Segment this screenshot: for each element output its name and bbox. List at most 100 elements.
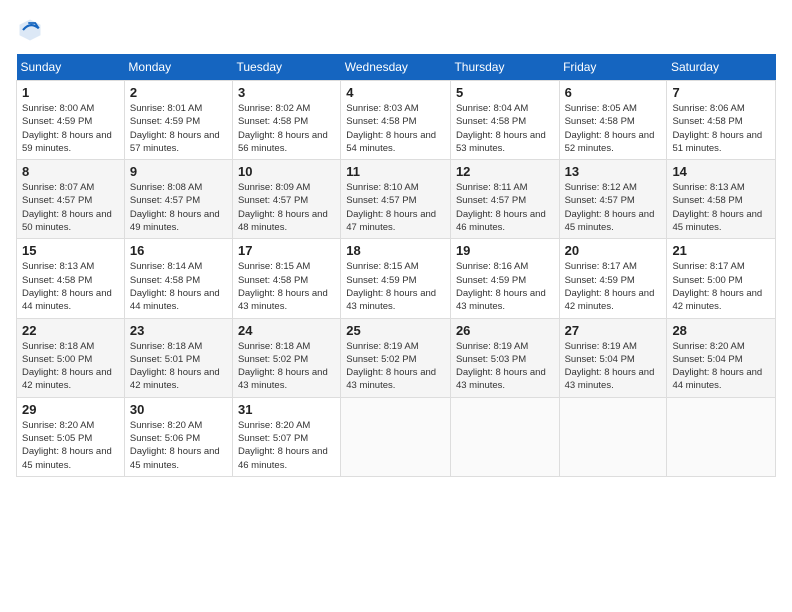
day-info: Sunrise: 8:05 AMSunset: 4:58 PMDaylight:…: [565, 102, 662, 155]
calendar-week-row: 29 Sunrise: 8:20 AMSunset: 5:05 PMDayligh…: [17, 397, 776, 476]
calendar-cell: 30 Sunrise: 8:20 AMSunset: 5:06 PMDayligh…: [124, 397, 232, 476]
day-number: 4: [346, 85, 445, 100]
day-number: 9: [130, 164, 227, 179]
calendar-cell: 8Sunrise: 8:07 AMSunset: 4:57 PMDaylight…: [17, 160, 125, 239]
day-number: 2: [130, 85, 227, 100]
day-number: 12: [456, 164, 554, 179]
day-info: Sunrise: 8:01 AMSunset: 4:59 PMDaylight:…: [130, 102, 227, 155]
day-number: 1: [22, 85, 119, 100]
day-number: 11: [346, 164, 445, 179]
day-number: 23: [130, 323, 227, 338]
calendar-cell: 2 Sunrise: 8:01 AMSunset: 4:59 PMDaylight…: [124, 81, 232, 160]
calendar-cell: 29 Sunrise: 8:20 AMSunset: 5:05 PMDayligh…: [17, 397, 125, 476]
calendar-cell: [341, 397, 451, 476]
logo: [16, 16, 46, 44]
day-number: 16: [130, 243, 227, 258]
day-info: Sunrise: 8:15 AMSunset: 4:58 PMDaylight:…: [238, 260, 335, 313]
calendar-week-row: 8Sunrise: 8:07 AMSunset: 4:57 PMDaylight…: [17, 160, 776, 239]
calendar-cell: 7 Sunrise: 8:06 AMSunset: 4:58 PMDaylight…: [667, 81, 776, 160]
day-info: Sunrise: 8:17 AMSunset: 5:00 PMDaylight:…: [672, 260, 770, 313]
day-number: 31: [238, 402, 335, 417]
day-info: Sunrise: 8:18 AMSunset: 5:02 PMDaylight:…: [238, 340, 335, 393]
day-info: Sunrise: 8:00 AMSunset: 4:59 PMDaylight:…: [22, 102, 119, 155]
day-number: 29: [22, 402, 119, 417]
calendar-cell: 28 Sunrise: 8:20 AMSunset: 5:04 PMDayligh…: [667, 318, 776, 397]
day-info: Sunrise: 8:13 AMSunset: 4:58 PMDaylight:…: [22, 260, 119, 313]
calendar-cell: 23 Sunrise: 8:18 AMSunset: 5:01 PMDayligh…: [124, 318, 232, 397]
day-info: Sunrise: 8:20 AMSunset: 5:06 PMDaylight:…: [130, 419, 227, 472]
calendar-cell: [559, 397, 667, 476]
day-number: 7: [672, 85, 770, 100]
day-number: 30: [130, 402, 227, 417]
calendar-cell: [667, 397, 776, 476]
day-header-saturday: Saturday: [667, 54, 776, 81]
calendar-cell: 10 Sunrise: 8:09 AMSunset: 4:57 PMDayligh…: [232, 160, 340, 239]
day-info: Sunrise: 8:19 AMSunset: 5:03 PMDaylight:…: [456, 340, 554, 393]
calendar-cell: 18 Sunrise: 8:15 AMSunset: 4:59 PMDayligh…: [341, 239, 451, 318]
calendar-week-row: 15 Sunrise: 8:13 AMSunset: 4:58 PMDayligh…: [17, 239, 776, 318]
day-number: 3: [238, 85, 335, 100]
calendar-table: SundayMondayTuesdayWednesdayThursdayFrid…: [16, 54, 776, 477]
calendar-cell: 26 Sunrise: 8:19 AMSunset: 5:03 PMDayligh…: [450, 318, 559, 397]
logo-icon: [16, 16, 44, 44]
calendar-cell: 20 Sunrise: 8:17 AMSunset: 4:59 PMDayligh…: [559, 239, 667, 318]
day-info: Sunrise: 8:09 AMSunset: 4:57 PMDaylight:…: [238, 181, 335, 234]
day-info: Sunrise: 8:19 AMSunset: 5:04 PMDaylight:…: [565, 340, 662, 393]
calendar-week-row: 22 Sunrise: 8:18 AMSunset: 5:00 PMDayligh…: [17, 318, 776, 397]
day-info: Sunrise: 8:20 AMSunset: 5:07 PMDaylight:…: [238, 419, 335, 472]
calendar-cell: 25Sunrise: 8:19 AMSunset: 5:02 PMDayligh…: [341, 318, 451, 397]
day-info: Sunrise: 8:11 AMSunset: 4:57 PMDaylight:…: [456, 181, 554, 234]
day-number: 21: [672, 243, 770, 258]
day-header-monday: Monday: [124, 54, 232, 81]
day-header-thursday: Thursday: [450, 54, 559, 81]
day-number: 27: [565, 323, 662, 338]
day-number: 17: [238, 243, 335, 258]
day-info: Sunrise: 8:04 AMSunset: 4:58 PMDaylight:…: [456, 102, 554, 155]
day-info: Sunrise: 8:19 AMSunset: 5:02 PMDaylight:…: [346, 340, 445, 393]
calendar-cell: 31 Sunrise: 8:20 AMSunset: 5:07 PMDayligh…: [232, 397, 340, 476]
day-info: Sunrise: 8:18 AMSunset: 5:00 PMDaylight:…: [22, 340, 119, 393]
day-info: Sunrise: 8:20 AMSunset: 5:04 PMDaylight:…: [672, 340, 770, 393]
day-info: Sunrise: 8:15 AMSunset: 4:59 PMDaylight:…: [346, 260, 445, 313]
calendar-cell: 16 Sunrise: 8:14 AMSunset: 4:58 PMDayligh…: [124, 239, 232, 318]
day-info: Sunrise: 8:08 AMSunset: 4:57 PMDaylight:…: [130, 181, 227, 234]
day-info: Sunrise: 8:03 AMSunset: 4:58 PMDaylight:…: [346, 102, 445, 155]
calendar-cell: 19Sunrise: 8:16 AMSunset: 4:59 PMDayligh…: [450, 239, 559, 318]
calendar-cell: 17 Sunrise: 8:15 AMSunset: 4:58 PMDayligh…: [232, 239, 340, 318]
calendar-cell: 11Sunrise: 8:10 AMSunset: 4:57 PMDayligh…: [341, 160, 451, 239]
day-number: 18: [346, 243, 445, 258]
calendar-cell: [450, 397, 559, 476]
day-info: Sunrise: 8:13 AMSunset: 4:58 PMDaylight:…: [672, 181, 770, 234]
day-header-tuesday: Tuesday: [232, 54, 340, 81]
day-info: Sunrise: 8:17 AMSunset: 4:59 PMDaylight:…: [565, 260, 662, 313]
day-number: 15: [22, 243, 119, 258]
calendar-week-row: 1 Sunrise: 8:00 AMSunset: 4:59 PMDaylight…: [17, 81, 776, 160]
day-info: Sunrise: 8:18 AMSunset: 5:01 PMDaylight:…: [130, 340, 227, 393]
calendar-cell: 5 Sunrise: 8:04 AMSunset: 4:58 PMDaylight…: [450, 81, 559, 160]
day-info: Sunrise: 8:07 AMSunset: 4:57 PMDaylight:…: [22, 181, 119, 234]
day-info: Sunrise: 8:02 AMSunset: 4:58 PMDaylight:…: [238, 102, 335, 155]
day-info: Sunrise: 8:06 AMSunset: 4:58 PMDaylight:…: [672, 102, 770, 155]
calendar-cell: 3 Sunrise: 8:02 AMSunset: 4:58 PMDaylight…: [232, 81, 340, 160]
day-number: 28: [672, 323, 770, 338]
day-info: Sunrise: 8:16 AMSunset: 4:59 PMDaylight:…: [456, 260, 554, 313]
calendar-cell: 27 Sunrise: 8:19 AMSunset: 5:04 PMDayligh…: [559, 318, 667, 397]
day-number: 26: [456, 323, 554, 338]
day-number: 14: [672, 164, 770, 179]
day-info: Sunrise: 8:12 AMSunset: 4:57 PMDaylight:…: [565, 181, 662, 234]
day-info: Sunrise: 8:14 AMSunset: 4:58 PMDaylight:…: [130, 260, 227, 313]
calendar-cell: 9 Sunrise: 8:08 AMSunset: 4:57 PMDaylight…: [124, 160, 232, 239]
page-header: [16, 16, 776, 44]
day-number: 5: [456, 85, 554, 100]
calendar-cell: 4 Sunrise: 8:03 AMSunset: 4:58 PMDaylight…: [341, 81, 451, 160]
day-number: 22: [22, 323, 119, 338]
day-info: Sunrise: 8:20 AMSunset: 5:05 PMDaylight:…: [22, 419, 119, 472]
calendar-cell: 12 Sunrise: 8:11 AMSunset: 4:57 PMDayligh…: [450, 160, 559, 239]
day-number: 20: [565, 243, 662, 258]
calendar-cell: 22 Sunrise: 8:18 AMSunset: 5:00 PMDayligh…: [17, 318, 125, 397]
calendar-cell: 21 Sunrise: 8:17 AMSunset: 5:00 PMDayligh…: [667, 239, 776, 318]
calendar-cell: 13Sunrise: 8:12 AMSunset: 4:57 PMDayligh…: [559, 160, 667, 239]
day-number: 10: [238, 164, 335, 179]
day-header-friday: Friday: [559, 54, 667, 81]
calendar-cell: 24Sunrise: 8:18 AMSunset: 5:02 PMDayligh…: [232, 318, 340, 397]
